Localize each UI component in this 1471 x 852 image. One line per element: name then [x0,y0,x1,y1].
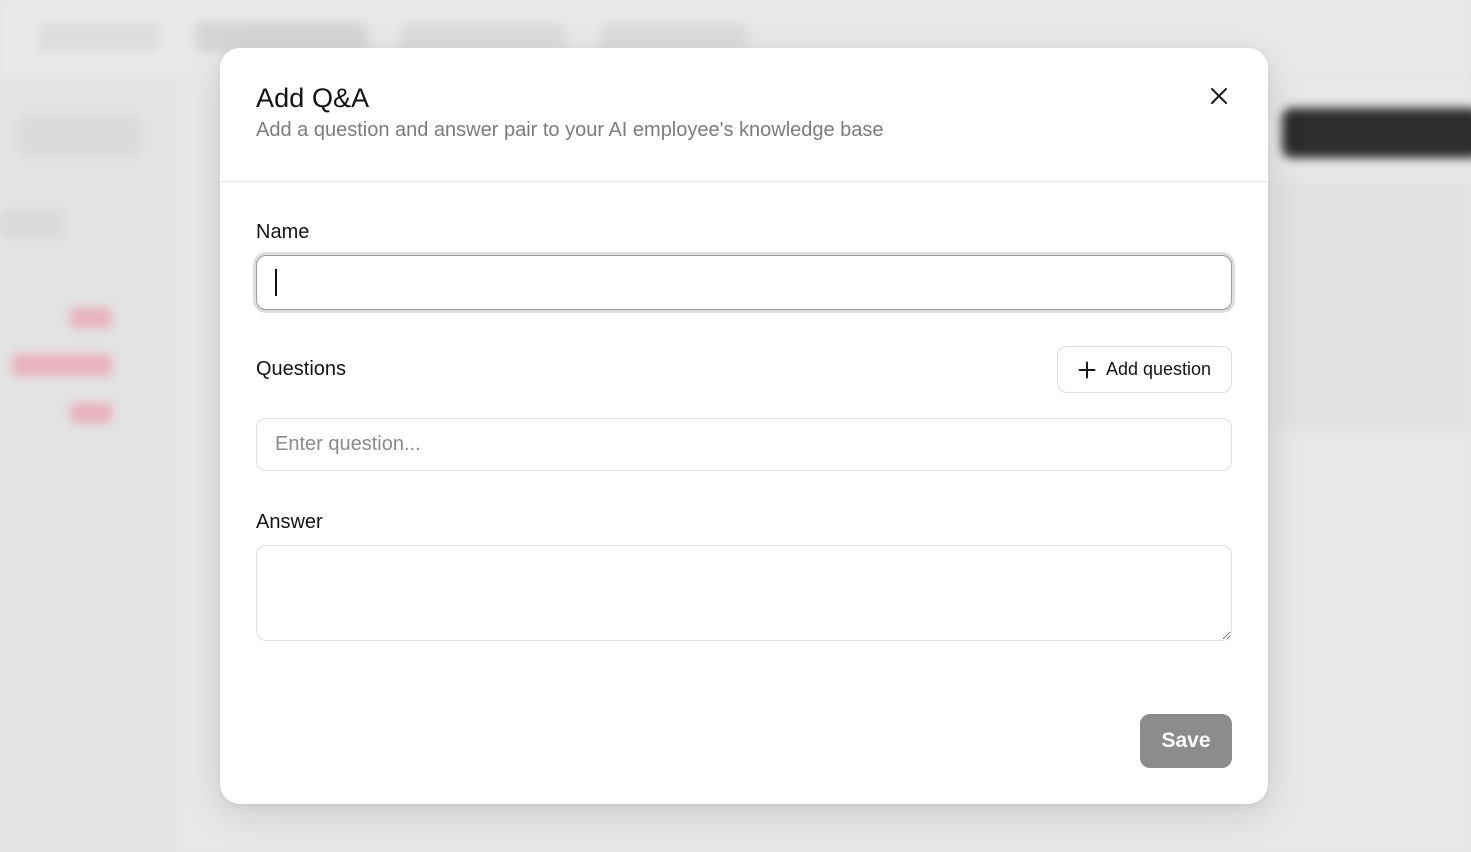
answer-label: Answer [256,511,323,533]
questions-label: Questions [256,358,347,380]
save-button[interactable]: Save [1140,714,1232,768]
add-question-label: Add question [1105,359,1212,379]
text-cursor [275,269,277,296]
dialog-header: Add Q&A Add a question and answer pair t… [220,48,1268,182]
add-question-button[interactable]: Add question [1057,346,1232,393]
dialog-subtitle: Add a question and answer pair to your A… [256,119,884,141]
name-input[interactable] [256,255,1232,310]
close-button[interactable] [1204,81,1234,111]
close-icon [1211,88,1227,104]
add-qa-dialog: Add Q&A Add a question and answer pair t… [220,48,1268,804]
dialog-title: Add Q&A [256,83,370,113]
plus-icon [1078,361,1096,378]
answer-textarea[interactable] [256,545,1232,641]
question-input[interactable] [256,418,1232,471]
name-label: Name [256,221,310,243]
